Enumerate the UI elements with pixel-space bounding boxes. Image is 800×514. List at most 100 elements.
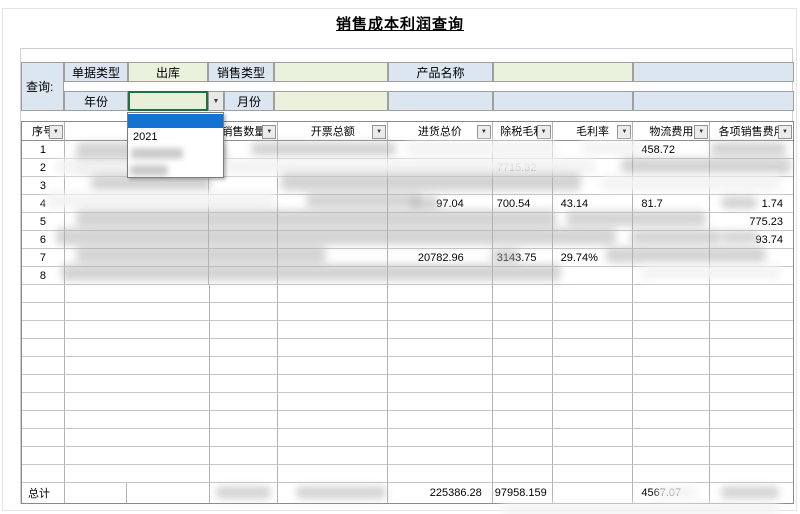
- cell[interactable]: [553, 267, 634, 285]
- cell[interactable]: [388, 321, 493, 339]
- cell[interactable]: [633, 411, 710, 429]
- cell-purchase[interactable]: 20782.96: [388, 249, 493, 267]
- cell[interactable]: [633, 177, 710, 195]
- cell[interactable]: [278, 375, 388, 393]
- cell[interactable]: [210, 429, 279, 447]
- query-extra-cell[interactable]: [388, 91, 493, 111]
- cell[interactable]: [210, 411, 279, 429]
- cell-gross[interactable]: 3143.75: [493, 249, 553, 267]
- cell[interactable]: [65, 321, 210, 339]
- cell[interactable]: [553, 411, 634, 429]
- cell-seq[interactable]: 1: [22, 141, 65, 159]
- dropdown-item-redacted[interactable]: [128, 147, 223, 161]
- query-extra-cell[interactable]: [493, 91, 633, 111]
- cell[interactable]: [210, 375, 279, 393]
- cell[interactable]: [710, 393, 793, 411]
- cell-logistics[interactable]: 81.7: [633, 195, 710, 213]
- cell[interactable]: [493, 231, 553, 249]
- cell[interactable]: [493, 213, 553, 231]
- cell[interactable]: [553, 375, 634, 393]
- cell[interactable]: [22, 339, 65, 357]
- cell[interactable]: [388, 267, 493, 285]
- cell[interactable]: [553, 231, 634, 249]
- cell[interactable]: [278, 429, 388, 447]
- cell[interactable]: [278, 357, 388, 375]
- cell-purchase[interactable]: 97.04: [388, 195, 493, 213]
- cell[interactable]: [22, 411, 65, 429]
- cell[interactable]: [388, 159, 493, 177]
- product-name-value-cell[interactable]: [493, 62, 633, 82]
- cell[interactable]: [278, 195, 388, 213]
- query-extra-cell[interactable]: [633, 62, 794, 82]
- cell[interactable]: [278, 321, 388, 339]
- cell[interactable]: [633, 357, 710, 375]
- cell[interactable]: [278, 303, 388, 321]
- cell-seq[interactable]: 2: [22, 159, 65, 177]
- cell[interactable]: [278, 267, 388, 285]
- dropdown-item-2021[interactable]: 2021: [128, 128, 223, 145]
- cell[interactable]: [22, 357, 65, 375]
- cell[interactable]: [65, 213, 210, 231]
- cell[interactable]: [710, 357, 793, 375]
- cell[interactable]: [65, 285, 210, 303]
- cell[interactable]: [210, 321, 279, 339]
- cell[interactable]: [710, 267, 793, 285]
- cell[interactable]: [22, 393, 65, 411]
- cell[interactable]: [553, 393, 634, 411]
- cell-seq[interactable]: 8: [22, 267, 65, 285]
- filter-dropdown-icon[interactable]: ▼: [372, 125, 386, 139]
- cell[interactable]: [493, 321, 553, 339]
- cell[interactable]: [493, 357, 553, 375]
- cell[interactable]: [553, 357, 634, 375]
- cell[interactable]: [278, 285, 388, 303]
- cell[interactable]: [710, 177, 793, 195]
- cell[interactable]: [553, 339, 634, 357]
- cell[interactable]: [633, 375, 710, 393]
- doc-type-value-cell[interactable]: 出库: [128, 62, 208, 82]
- filter-dropdown-icon[interactable]: ▼: [694, 125, 708, 139]
- year-combo-button[interactable]: ▼: [208, 91, 224, 111]
- cell[interactable]: [65, 375, 210, 393]
- cell[interactable]: [553, 429, 634, 447]
- query-extra-cell[interactable]: [633, 91, 794, 111]
- cell[interactable]: [209, 195, 278, 213]
- cell[interactable]: [633, 249, 710, 267]
- cell[interactable]: [388, 465, 493, 483]
- cell[interactable]: [710, 141, 793, 159]
- cell[interactable]: [388, 303, 493, 321]
- cell[interactable]: [22, 375, 65, 393]
- cell[interactable]: [388, 339, 493, 357]
- cell[interactable]: [278, 231, 388, 249]
- cell-gross[interactable]: 700.54: [493, 195, 553, 213]
- cell[interactable]: [493, 429, 553, 447]
- cell[interactable]: [710, 465, 793, 483]
- cell-expense[interactable]: 775.23: [710, 213, 793, 231]
- cell[interactable]: [127, 483, 210, 503]
- cell[interactable]: [278, 213, 388, 231]
- sales-type-value-cell[interactable]: [274, 62, 388, 82]
- cell[interactable]: [553, 177, 634, 195]
- cell[interactable]: [633, 393, 710, 411]
- cell[interactable]: [388, 285, 493, 303]
- cell[interactable]: [278, 465, 388, 483]
- cell[interactable]: [553, 321, 634, 339]
- cell[interactable]: [710, 447, 793, 465]
- cell[interactable]: [553, 285, 634, 303]
- cell-margin[interactable]: 29.74%: [553, 249, 634, 267]
- cell[interactable]: [209, 177, 278, 195]
- filter-dropdown-icon[interactable]: ▼: [262, 125, 276, 139]
- cell-gross[interactable]: 7715.32: [493, 159, 553, 177]
- cell[interactable]: [633, 429, 710, 447]
- filter-dropdown-icon[interactable]: ▼: [617, 125, 631, 139]
- cell[interactable]: [65, 231, 210, 249]
- cell[interactable]: [209, 267, 278, 285]
- cell[interactable]: [553, 465, 634, 483]
- dropdown-item-redacted[interactable]: [128, 163, 223, 177]
- cell[interactable]: [22, 321, 65, 339]
- cell[interactable]: [493, 375, 553, 393]
- cell[interactable]: [553, 213, 634, 231]
- cell[interactable]: [633, 159, 710, 177]
- cell[interactable]: [388, 231, 493, 249]
- cell-expense[interactable]: 93.74: [710, 231, 793, 249]
- cell[interactable]: [493, 339, 553, 357]
